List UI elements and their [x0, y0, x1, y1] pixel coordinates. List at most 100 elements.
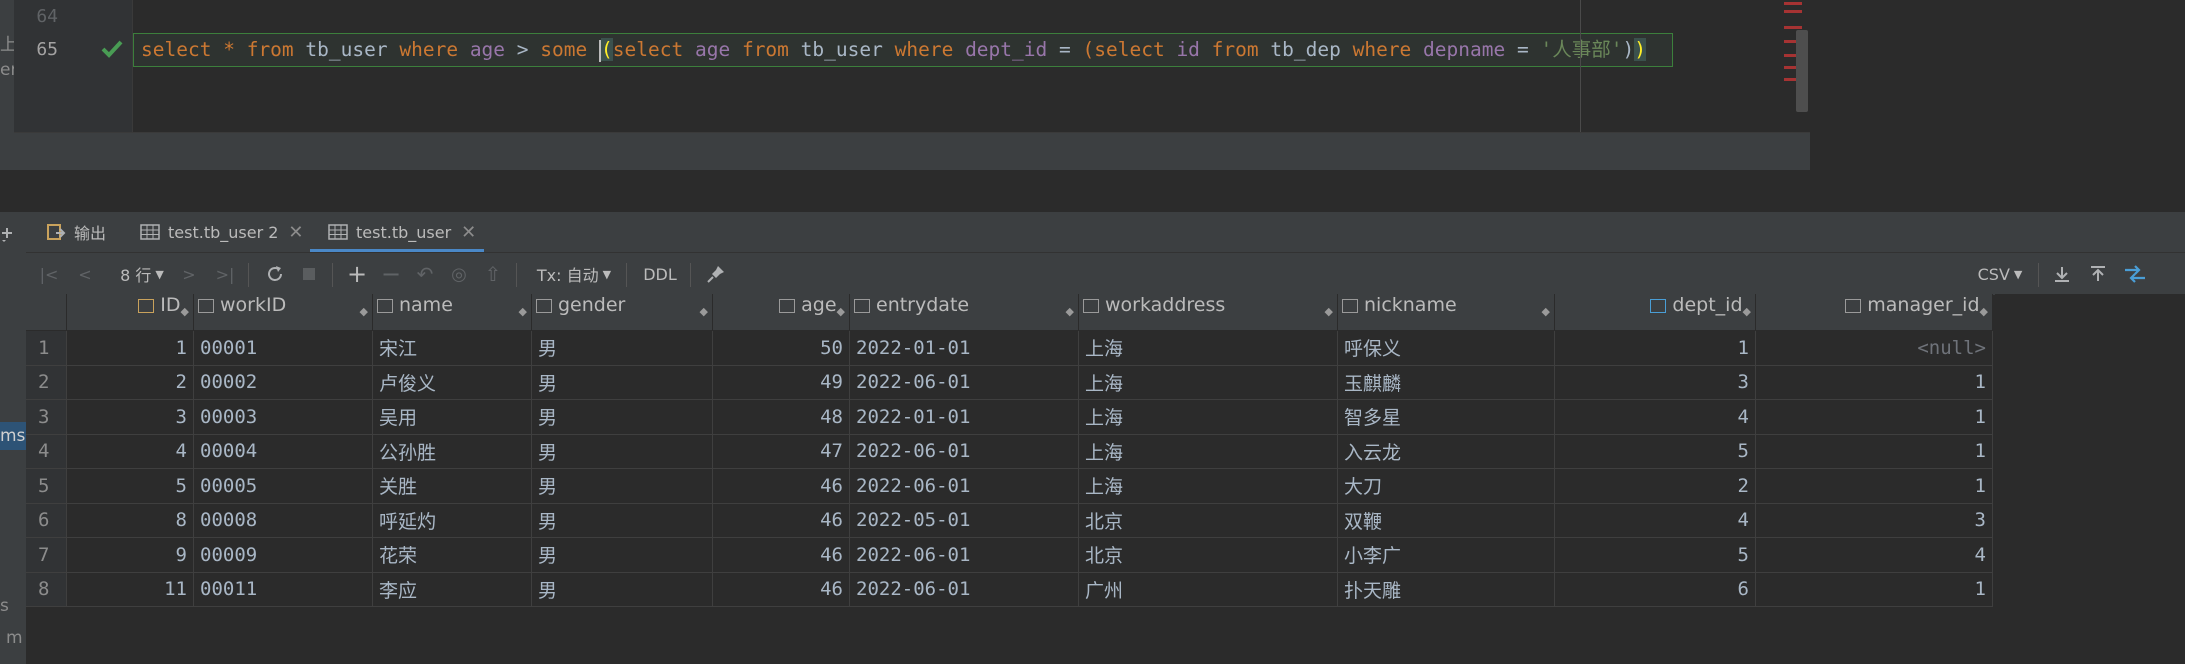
table-cell[interactable]: 48: [712, 399, 850, 435]
table-cell[interactable]: 9: [66, 537, 194, 573]
table-cell[interactable]: 男: [531, 503, 713, 538]
table-cell[interactable]: 11: [66, 572, 194, 607]
table-cell[interactable]: 1: [1755, 399, 1993, 435]
table-cell[interactable]: 4: [1554, 503, 1756, 538]
column-header-id[interactable]: ID ◆: [66, 294, 194, 331]
table-row[interactable]: 5 5 00005 关胜男 46 2022-06-01 上海 大刀 2 1: [26, 468, 1993, 504]
row-number[interactable]: 2: [26, 365, 67, 400]
view-icon[interactable]: ◎: [446, 253, 472, 295]
table-cell[interactable]: 5: [1554, 537, 1756, 573]
close-icon[interactable]: ✕: [461, 222, 476, 243]
editor-scrollbar[interactable]: [1796, 30, 1808, 112]
table-cell[interactable]: 00004: [193, 434, 373, 469]
column-header-manager-id[interactable]: manager_id ◆: [1755, 294, 1993, 331]
table-cell[interactable]: 2022-05-01: [849, 503, 1079, 538]
upload-icon[interactable]: [2084, 253, 2112, 295]
close-icon[interactable]: ✕: [288, 222, 303, 243]
ddl-button[interactable]: DDL: [636, 253, 684, 295]
sort-icon[interactable]: ◆: [1980, 294, 1988, 330]
table-cell[interactable]: 46: [712, 468, 850, 504]
sort-icon[interactable]: ◆: [837, 294, 845, 330]
transaction-mode-dropdown[interactable]: Tx: 自动 ▼: [530, 253, 618, 295]
table-cell[interactable]: 宋江: [372, 330, 532, 366]
table-cell[interactable]: 男: [531, 365, 713, 400]
table-cell[interactable]: 47: [712, 434, 850, 469]
table-cell[interactable]: 智多星: [1337, 399, 1555, 435]
table-cell[interactable]: 00009: [193, 537, 373, 573]
table-cell[interactable]: 卢俊义: [372, 365, 532, 400]
sort-icon[interactable]: ◆: [181, 294, 189, 330]
table-row[interactable]: 6 8 00008 呼延灼男 46 2022-05-01 北京 双鞭 4 3: [26, 503, 1993, 538]
last-page-icon[interactable]: >|: [212, 253, 238, 295]
first-page-icon[interactable]: |<: [36, 253, 62, 295]
table-cell[interactable]: 49: [712, 365, 850, 400]
settings-icon[interactable]: [0, 224, 16, 242]
refresh-icon[interactable]: [262, 253, 288, 295]
column-header-workid[interactable]: workID ◆: [193, 294, 373, 331]
submit-icon[interactable]: ⇧: [480, 253, 506, 295]
table-cell[interactable]: 小李广: [1337, 537, 1555, 573]
table-cell[interactable]: 男: [531, 537, 713, 573]
table-cell[interactable]: 5: [1554, 434, 1756, 469]
table-cell[interactable]: 00011: [193, 572, 373, 607]
table-cell[interactable]: 3: [66, 399, 194, 435]
table-cell[interactable]: 1: [66, 330, 194, 366]
table-cell[interactable]: 8: [66, 503, 194, 538]
table-cell[interactable]: 入云龙: [1337, 434, 1555, 469]
sql-statement[interactable]: select * from tb_user where age > some (…: [141, 36, 1646, 64]
table-cell[interactable]: 1: [1755, 434, 1993, 469]
table-cell[interactable]: 男: [531, 399, 713, 435]
table-cell[interactable]: 3: [1554, 365, 1756, 400]
table-cell[interactable]: 46: [712, 537, 850, 573]
table-row[interactable]: 3 3 00003 吴用男 48 2022-01-01 上海 智多星 4 1: [26, 399, 1993, 435]
panel-splitter[interactable]: [0, 133, 1810, 170]
row-number[interactable]: 5: [26, 468, 67, 504]
table-cell[interactable]: 00002: [193, 365, 373, 400]
table-cell[interactable]: 北京: [1078, 537, 1338, 573]
table-cell[interactable]: 男: [531, 330, 713, 366]
sort-icon[interactable]: ◆: [1066, 294, 1074, 330]
result-grid[interactable]: ID ◆ workID ◆ name ◆ gender ◆ age ◆ entrydate…: [26, 294, 1993, 607]
table-cell[interactable]: 呼保义: [1337, 330, 1555, 366]
table-cell[interactable]: 00003: [193, 399, 373, 435]
table-cell[interactable]: 上海: [1078, 434, 1338, 469]
sort-icon[interactable]: ◆: [1743, 294, 1751, 330]
sort-icon[interactable]: ◆: [1325, 294, 1333, 330]
table-row[interactable]: 8 11 00011 李应男 46 2022-06-01 广州 扑天雕 6 1: [26, 572, 1993, 607]
table-cell[interactable]: 50: [712, 330, 850, 366]
table-cell[interactable]: 男: [531, 572, 713, 607]
table-cell[interactable]: 3: [1755, 503, 1993, 538]
table-cell[interactable]: 2022-01-01: [849, 399, 1079, 435]
row-number[interactable]: 6: [26, 503, 67, 538]
table-cell[interactable]: 6: [1554, 572, 1756, 607]
row-number[interactable]: 7: [26, 537, 67, 573]
table-row[interactable]: 1 1 00001 宋江男 50 2022-01-01 上海 呼保义 1 <null>: [26, 330, 1993, 366]
column-header-workaddress[interactable]: workaddress ◆: [1078, 294, 1338, 331]
download-icon[interactable]: [2048, 253, 2076, 295]
table-cell[interactable]: 上海: [1078, 399, 1338, 435]
export-format-dropdown[interactable]: CSV ▼: [1972, 253, 2028, 295]
row-number[interactable]: 8: [26, 572, 67, 607]
table-cell[interactable]: 花荣: [372, 537, 532, 573]
table-cell[interactable]: 上海: [1078, 330, 1338, 366]
table-cell[interactable]: 双鞭: [1337, 503, 1555, 538]
table-cell[interactable]: 吴用: [372, 399, 532, 435]
table-cell[interactable]: 2022-06-01: [849, 468, 1079, 504]
table-cell[interactable]: 2022-06-01: [849, 572, 1079, 607]
table-cell[interactable]: 1: [1755, 365, 1993, 400]
column-header-age[interactable]: age ◆: [712, 294, 850, 331]
table-cell[interactable]: 扑天雕: [1337, 572, 1555, 607]
table-cell[interactable]: 李应: [372, 572, 532, 607]
table-cell[interactable]: 呼延灼: [372, 503, 532, 538]
table-row[interactable]: 4 4 00004 公孙胜男 47 2022-06-01 上海 入云龙 5 1: [26, 434, 1993, 469]
column-header-nickname[interactable]: nickname ◆: [1337, 294, 1555, 331]
table-cell[interactable]: 2022-01-01: [849, 330, 1079, 366]
row-number[interactable]: 3: [26, 399, 67, 435]
table-cell[interactable]: 2022-06-01: [849, 434, 1079, 469]
table-cell[interactable]: 00001: [193, 330, 373, 366]
column-header-name[interactable]: name ◆: [372, 294, 532, 331]
table-cell[interactable]: <null>: [1755, 330, 1993, 366]
table-cell[interactable]: 北京: [1078, 503, 1338, 538]
revert-icon[interactable]: ↶: [412, 253, 438, 295]
table-cell[interactable]: 玉麒麟: [1337, 365, 1555, 400]
